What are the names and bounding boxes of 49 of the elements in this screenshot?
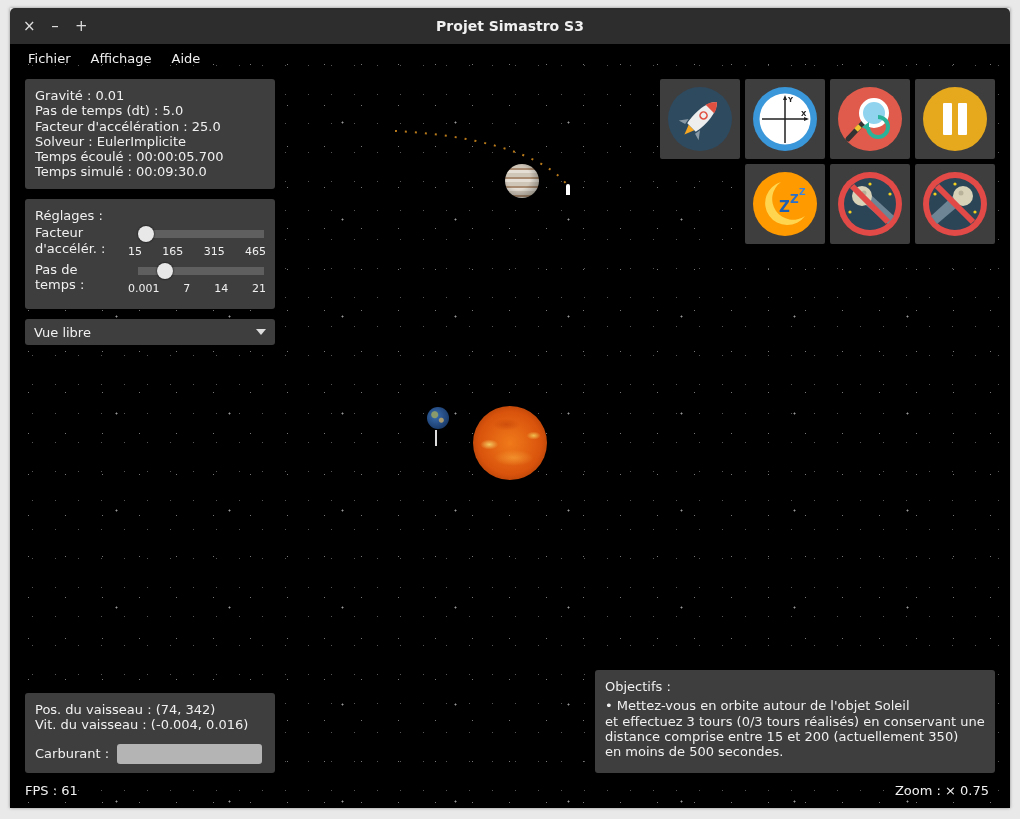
tick-label: 0.001 [128, 280, 160, 296]
slider-label: Pas de temps : [35, 261, 86, 293]
rocket-icon [668, 87, 732, 151]
menu-item[interactable]: Fichier [18, 51, 81, 74]
slider-thumb[interactable] [156, 262, 173, 279]
settings-title: Réglages : [35, 208, 104, 224]
window-title: Projet Simastro S3 [436, 18, 584, 34]
close-button[interactable]: × [23, 17, 35, 35]
ship-info-text: Vit. du vaisseau : (-0.004, 0.016) [35, 717, 250, 733]
earth-planet [427, 407, 449, 429]
maximize-button[interactable]: + [75, 17, 87, 35]
tick-label: 7 [183, 280, 191, 296]
view-dropdown[interactable]: Vue libre [25, 319, 275, 345]
tick-label: 21 [252, 280, 266, 296]
menu-item[interactable]: Affichage [80, 51, 162, 74]
tick-label: 465 [245, 244, 266, 260]
magnifier-icon [838, 87, 902, 151]
menu-item[interactable]: Aide [161, 51, 211, 74]
slider-label: Facteur d'accélér. : [35, 225, 107, 256]
no-asteroid-icon [838, 172, 902, 236]
slider-thumb[interactable] [138, 226, 154, 243]
tick-label: 15 [128, 244, 142, 260]
no-asteroid-icon [923, 172, 987, 236]
pause-icon [923, 87, 987, 151]
asteroid-toggle-button[interactable] [830, 164, 910, 244]
info-text: Temps simulé : 00:09:30.0 [35, 164, 208, 180]
info-text: Facteur d'accélération : 25.0 [35, 118, 222, 134]
dropdown-caret-icon [256, 329, 266, 335]
fps-counter: FPS : 61 [25, 783, 78, 798]
info-text: Solveur : EulerImplicite [35, 133, 187, 150]
tick-label: 14 [214, 280, 229, 296]
minimize-button[interactable]: – [49, 17, 61, 35]
jupiter-planet [505, 164, 539, 198]
fuel-label: Carburant : [35, 745, 110, 762]
rocket-button[interactable] [660, 79, 740, 159]
objectives-text: • Mettez-vous en orbite autour de l'objet Soleil et effectuez 3 tours (0/3 tours réalisés) en conservant une distance comprise entre 15 et 200 (actuellement 350) en moins de 500 secondes. [605, 698, 985, 760]
velocity-line [435, 430, 437, 446]
zoom-reset-button[interactable] [830, 79, 910, 159]
pause-button[interactable] [915, 79, 995, 159]
ship-info-text: Pos. du vaisseau : (74, 342) [35, 702, 217, 718]
asteroid-toggle-button[interactable] [915, 164, 995, 244]
info-text: Gravité : 0.01 [35, 88, 126, 104]
objectives-title: Objectifs : [605, 679, 672, 695]
info-text: Pas de temps (dt) : 5.0 [35, 103, 185, 119]
spaceship [566, 184, 570, 195]
tick-label: 315 [203, 244, 225, 260]
info-text: Temps écoulé : 00:00:05.700 [35, 149, 225, 165]
zoom-level: Zoom : × 0.75 [894, 783, 989, 798]
tick-label: 165 [162, 244, 184, 260]
